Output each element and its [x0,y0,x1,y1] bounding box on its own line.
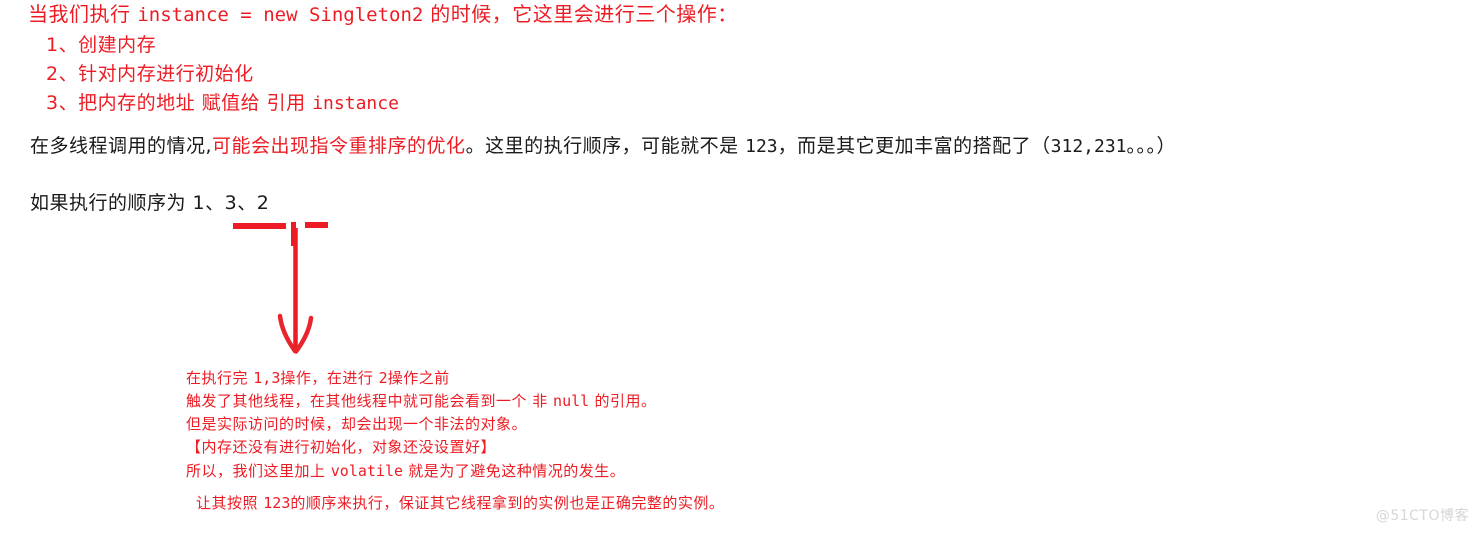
explanation-line-2: 触发了其他线程，在其他线程中就可能会看到一个 非 null 的引用。 [186,394,656,409]
step-item-3: 3、把内存的地址 赋值给 引用 instance [46,94,399,113]
annotated-note-canvas: 当我们执行 instance = new Singleton2 的时候，它这里会… [0,0,1483,533]
explain-1-code-2: 2 [378,369,388,387]
step-item-2: 2、针对内存进行初始化 [46,63,254,85]
explanation-line-1: 在执行完 1,3操作，在进行 2操作之前 [186,371,450,386]
order-paragraph: 如果执行的顺序为 1、3、2 [30,194,269,213]
explain-5-suffix: 就是为了避免这种情况的发生。 [403,462,626,480]
watermark: @51CTO博客 [1375,508,1469,524]
explain-1-suffix: 操作之前 [387,369,450,387]
explain-2-code: null [553,392,590,410]
order-prefix: 如果执行的顺序为 [30,192,193,214]
reorder-highlight: 可能会出现指令重排序的优化 [212,135,466,157]
reorder-part-5: ，而是其它更加丰富的搭配了（ [777,135,1051,157]
explain-1-mid: 操作，在进行 [280,369,379,387]
reorder-paragraph: 在多线程调用的情况,可能会出现指令重排序的优化。这里的执行顺序，可能就不是 12… [30,137,1176,156]
explain-2-suffix: 的引用。 [589,392,657,410]
reorder-part-3: 。这里的执行顺序，可能就不是 [465,135,746,157]
reorder-part-7: 。。。） [1126,135,1177,157]
step-3-code: instance [312,93,399,114]
explanation-line-5: 所以，我们这里加上 volatile 就是为了避免这种情况的发生。 [186,464,625,479]
explain-5-prefix: 所以，我们这里加上 [186,462,331,480]
explanation-line-3: 但是实际访问的时候，却会出现一个非法的对象。 [186,415,528,433]
reorder-part-1: 在多线程调用的情况, [30,135,213,157]
step-3-prefix: 3、把内存的地址 赋值给 引用 [46,92,313,114]
reorder-code-123: 123 [745,136,778,157]
explain-6-suffix: 的顺序来执行，保证其它线程拿到的实例也是正确完整的实例。 [290,494,725,512]
intro-line: 当我们执行 instance = new Singleton2 的时候，它这里会… [28,4,738,25]
intro-prefix: 当我们执行 [28,2,138,26]
explain-6-code: 123 [263,494,291,512]
explain-6-prefix: 让其按照 [196,494,264,512]
intro-code: instance = new Singleton2 [137,4,424,26]
order-sequence: 1、3、2 [192,192,270,214]
explanation-line-4: 【内存还没有进行初始化，对象还没设置好】 [186,438,497,456]
explain-5-code: volatile [330,462,404,480]
explain-1-prefix: 在执行完 [186,369,254,387]
down-arrow-icon [277,228,314,354]
reorder-code-312-231: 312,231 [1050,136,1127,157]
step-item-1: 1、创建内存 [46,34,157,56]
explain-1-code-1: 1,3 [253,369,281,387]
intro-suffix: 的时候，它这里会进行三个操作： [423,2,738,26]
explain-2-prefix: 触发了其他线程，在其他线程中就可能会看到一个 非 [186,392,554,410]
explanation-line-6: 让其按照 123的顺序来执行，保证其它线程拿到的实例也是正确完整的实例。 [196,496,724,511]
